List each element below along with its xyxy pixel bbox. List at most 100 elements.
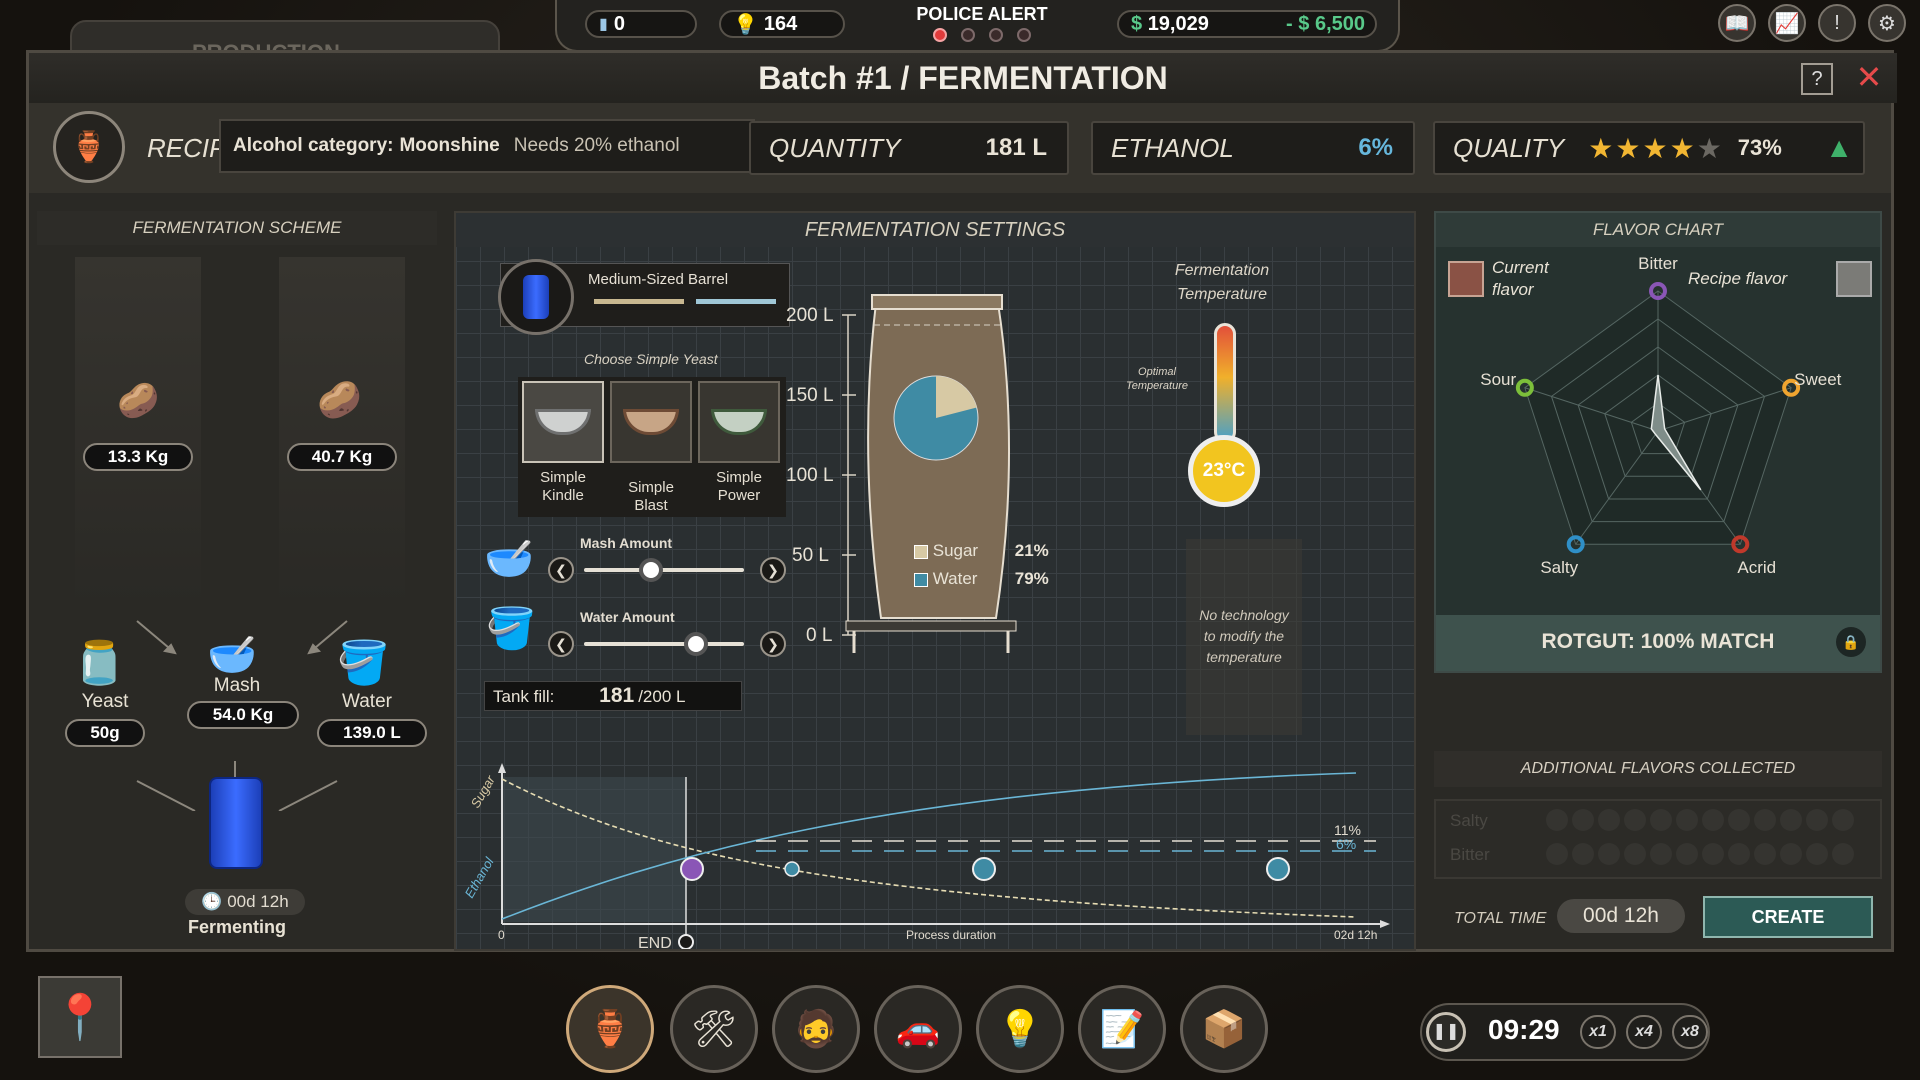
flavor-slots [1546,809,1866,873]
water-increase-button[interactable]: ❯ [760,631,786,657]
top-right-menu: 📖 📈 ! ⚙ [1718,4,1918,42]
speed-x8-button[interactable]: x8 [1672,1015,1708,1049]
book-icon[interactable]: 📖 [1718,4,1756,42]
expense-value: - $ 6,500 [1286,12,1365,35]
barrel-visual: 200 L 150 L 100 L 50 L 0 L [786,294,1017,653]
input-column-2 [279,257,405,607]
recipe-jug-icon: 🏺 [53,111,125,183]
yeast-card-blast[interactable] [610,381,692,463]
fermenting-status: Fermenting [187,917,286,937]
quality-label: QUALITY [1453,132,1565,163]
barrel-name: Medium-Sized Barrel [588,271,729,288]
mash-increase-button[interactable]: ❯ [760,557,786,583]
star-icon: ★ [1642,132,1670,164]
stats-icon[interactable]: 📈 [1768,4,1806,42]
quality-box: QUALITY ★★★★★ 73% ▲ [1433,121,1865,175]
category-label: Alcohol category: [233,135,394,156]
water-slider-knob[interactable] [684,632,708,656]
mash-slider-knob[interactable] [639,558,664,582]
flavor-slot [1780,843,1802,865]
tools-button[interactable]: 🛠 [670,985,758,1073]
yeast-jar-icon: 🫙 [73,639,126,686]
ethanol-box: ETHANOL 6% [1091,121,1415,175]
alert-icon[interactable]: ! [1818,4,1856,42]
flavor-slot [1650,809,1672,831]
water-decrease-button[interactable]: ❮ [548,631,574,657]
flavor-radar: Bitter Sweet Acrid Salty Sour [1480,254,1841,577]
marker-blue-small [784,861,800,877]
yeast-card-power[interactable] [698,381,780,463]
yeast-card-kindle[interactable] [522,381,604,463]
ethanol-value: 6% [1358,134,1393,161]
scheme-title: FERMENTATION SCHEME [37,211,437,245]
flavor-slot [1624,843,1646,865]
category-value: Moonshine [399,135,500,156]
tank-fill-max: /200 L [638,687,686,706]
settings-gear-icon[interactable]: ⚙ [1868,4,1906,42]
barrel-stat-bar-2 [696,299,776,304]
cans-counter: ▮ 0 [585,10,697,38]
water-amount-label: Water Amount [580,609,675,625]
distillery-jug-button[interactable]: 🏺 [566,985,654,1073]
thermometer-tube [1214,323,1236,443]
flavor-slot [1780,809,1802,831]
map-location-icon[interactable]: 📍 [38,976,122,1058]
yeast-name-power: Simple Power [716,469,762,504]
mash-slider-track[interactable] [584,568,744,572]
tank-fill: Tank fill: 181/200 L [484,681,742,711]
research-counter: 💡 164 [719,10,845,38]
radar-label-salty: Salty [1540,558,1578,577]
quality-stars: ★★★★★ [1588,132,1724,165]
flavor-slot [1676,843,1698,865]
axis-tick-200: 200 L [786,305,834,326]
flavor-slot [1572,809,1594,831]
mash-decrease-button[interactable]: ❮ [548,557,574,583]
water-bucket-icon: 🪣 [337,639,390,686]
lock-icon[interactable]: 🔒 [1836,627,1866,657]
water-slider-track[interactable] [584,642,744,646]
input2-weight: 40.7 Kg [287,443,397,471]
mash-amount-icon: 🥣 [484,537,534,581]
workers-button[interactable]: 🧔 [772,985,860,1073]
inventory-box-button[interactable]: 📦 [1180,985,1268,1073]
mash-amount-label: Mash Amount [580,535,673,551]
axis-tick-50: 50 L [792,545,829,566]
speed-x1-button[interactable]: x1 [1580,1015,1616,1049]
additional-salty: Salty [1450,811,1488,830]
help-button[interactable]: ? [1801,63,1833,95]
radar-label-sour: Sour [1480,370,1516,389]
quality-up-arrow-icon: ▲ [1825,132,1853,163]
money-value: 19,029 [1147,12,1209,35]
close-button[interactable]: ✕ [1851,59,1887,95]
end-label: END [638,935,672,949]
star-icon: ★ [1588,132,1616,164]
create-button[interactable]: CREATE [1703,896,1873,938]
mash-composition-pie [893,375,979,461]
end-handle[interactable] [678,934,694,949]
flavor-title: FLAVOR CHART [1436,213,1880,247]
batch-window: Batch #1 / FERMENTATION ? ✕ 🏺 RECIPE Alc… [26,50,1897,952]
notes-button[interactable]: 📝 [1078,985,1166,1073]
speed-x4-button[interactable]: x4 [1626,1015,1662,1049]
x-axis-label: Process duration [906,928,996,942]
no-technology-note: No technology to modify the temperature [1186,539,1302,735]
fermenting-timer: 🕒 00d 12h [185,889,305,915]
quantity-label: QUANTITY [769,132,901,163]
water-pct: 79% [1014,569,1049,588]
input-column-1 [75,257,201,607]
star-icon: ★ [1696,132,1724,164]
window-title: Batch #1 / FERMENTATION [29,53,1897,103]
pause-icon[interactable]: ❚❚ [1426,1012,1466,1052]
jar-icon: ▮ [599,16,608,33]
barrel-icon [498,259,574,335]
research-value: 164 [763,12,798,35]
vehicles-button[interactable]: 🚗 [874,985,962,1073]
tank-fill-label: Tank fill: [493,687,555,706]
bulb-icon: 💡 [733,13,758,36]
mash-label: Mash [213,675,261,696]
quality-value: 73% [1737,135,1782,160]
flavor-slot [1754,809,1776,831]
mash-value: 54.0 Kg [187,701,299,729]
research-button[interactable]: 💡 [976,985,1064,1073]
composition-legend: Sugar 21% Water 79% [914,537,1049,593]
